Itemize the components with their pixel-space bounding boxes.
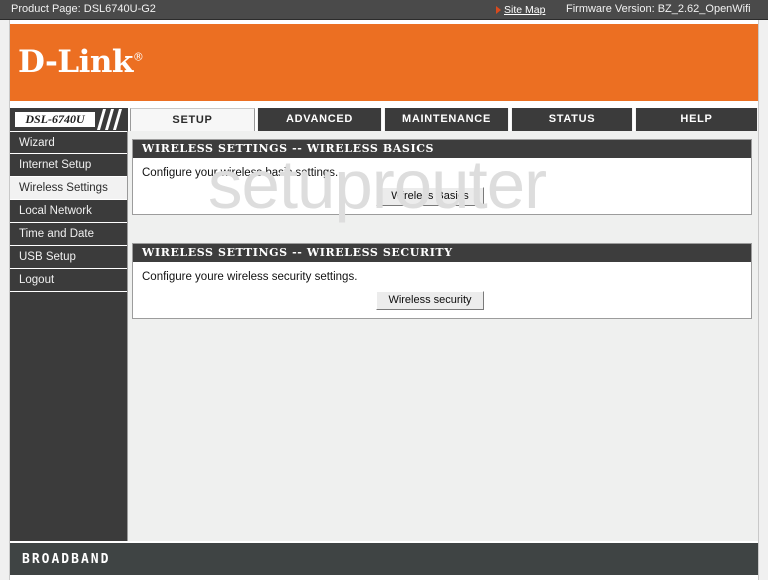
page-gutter-left xyxy=(0,20,10,580)
tab-help[interactable]: HELP xyxy=(635,108,758,131)
model-badge: DSL-6740U xyxy=(10,108,128,131)
panel-wireless-security-header: WIRELESS SETTINGS -- WIRELESS SECURITY xyxy=(133,244,751,262)
sidebar: Wizard Internet Setup Wireless Settings … xyxy=(10,131,128,541)
sidebar-item-usb-setup[interactable]: USB Setup xyxy=(10,246,127,269)
slash-decor-icon xyxy=(112,109,123,130)
sidebar-item-wizard[interactable]: Wizard xyxy=(10,131,127,154)
site-map-link-wrap[interactable]: Site Map xyxy=(496,4,545,16)
panel-wireless-security: WIRELESS SETTINGS -- WIRELESS SECURITY C… xyxy=(132,243,752,319)
tab-status[interactable]: STATUS xyxy=(511,108,633,131)
panel-wireless-basics-header: WIRELESS SETTINGS -- WIRELESS BASICS xyxy=(133,140,751,158)
panel-wireless-security-body: Configure youre wireless security settin… xyxy=(133,262,751,318)
dlink-logo: D-Link® xyxy=(18,44,144,80)
arrow-right-icon xyxy=(496,6,501,14)
panel-wireless-security-description: Configure youre wireless security settin… xyxy=(142,271,358,283)
product-page-label: Product Page: DSL6740U-G2 xyxy=(11,3,156,15)
main-content: setuprouter WIRELESS SETTINGS -- WIRELES… xyxy=(128,131,758,541)
tab-advanced[interactable]: ADVANCED xyxy=(257,108,382,131)
panel-wireless-basics-body: Configure your wireless basic settings. … xyxy=(133,158,751,214)
wireless-security-button[interactable]: Wireless security xyxy=(376,291,484,310)
dlink-logo-text: D-Link xyxy=(18,44,133,80)
sidebar-item-time-and-date[interactable]: Time and Date xyxy=(10,223,127,246)
tab-maintenance[interactable]: MAINTENANCE xyxy=(384,108,509,131)
panel-wireless-basics-description: Configure your wireless basic settings. xyxy=(142,167,339,179)
titlebar: Product Page: DSL6740U-G2 Site Map Firmw… xyxy=(0,0,768,20)
tab-setup[interactable]: SETUP xyxy=(130,108,255,131)
sidebar-item-wireless-settings[interactable]: Wireless Settings xyxy=(10,177,127,200)
sidebar-item-internet-setup[interactable]: Internet Setup xyxy=(10,154,127,177)
firmware-version-label: Firmware Version: BZ_2.62_OpenWifi xyxy=(566,3,751,15)
site-map-link[interactable]: Site Map xyxy=(504,4,545,16)
sidebar-item-logout[interactable]: Logout xyxy=(10,269,127,292)
sidebar-item-local-network[interactable]: Local Network xyxy=(10,200,127,223)
wireless-basics-button[interactable]: Wireless Basics xyxy=(376,187,484,206)
footer-brand-label: BROADBAND xyxy=(22,552,111,567)
panel-wireless-basics: WIRELESS SETTINGS -- WIRELESS BASICS Con… xyxy=(132,139,752,215)
brand-banner: D-Link® xyxy=(10,24,758,101)
router-admin-page: Product Page: DSL6740U-G2 Site Map Firmw… xyxy=(0,0,768,580)
registered-trademark-icon: ® xyxy=(132,50,144,64)
primary-nav-tabs: DSL-6740U SETUP ADVANCED MAINTENANCE STA… xyxy=(10,108,758,131)
footer: BROADBAND xyxy=(10,543,758,575)
page-gutter-right xyxy=(758,20,768,580)
model-name-label: DSL-6740U xyxy=(15,112,95,127)
